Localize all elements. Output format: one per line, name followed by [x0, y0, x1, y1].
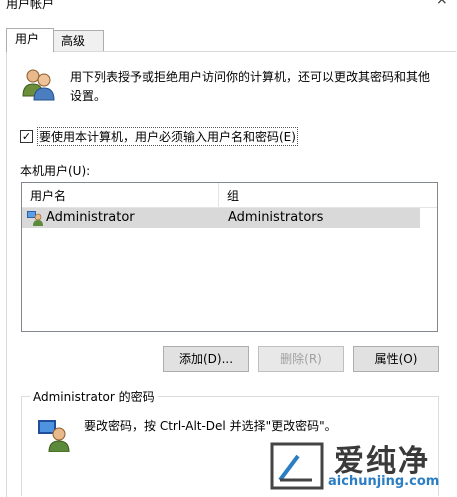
tab-advanced[interactable]: 高级 — [52, 30, 104, 51]
watermark-url: aichunjing.com — [328, 474, 440, 489]
window-title: 用户帐户 — [6, 0, 55, 11]
password-group-title: Administrator 的密码 — [30, 388, 158, 405]
cell-group: Administrators — [228, 210, 324, 225]
require-login-row: ✓ 要使用本计算机，用户必须输入用户名和密码(E) — [20, 126, 298, 146]
title-bar: 用户帐户 × — [0, 0, 457, 26]
column-header-group[interactable]: 组 — [219, 183, 239, 207]
properties-button[interactable]: 属性(O) — [353, 346, 439, 372]
local-users-label: 本机用户(U): — [20, 164, 91, 178]
list-header: 用户名 组 — [22, 183, 437, 208]
password-icon — [38, 420, 70, 452]
column-header-username[interactable]: 用户名 — [22, 183, 219, 207]
intro-text: 用下列表授予或拒绝用户访问你的计算机，还可以更改其密码和其他设置。 — [70, 70, 431, 103]
table-row[interactable]: Administrator Administrators — [22, 208, 420, 228]
user-icon — [27, 211, 43, 226]
watermark: 爱纯净 aichunjing.com — [268, 436, 457, 496]
watermark-logo-icon — [270, 442, 324, 490]
users-list[interactable]: 用户名 组 Administrator Administrators — [21, 182, 438, 332]
remove-button[interactable]: 删除(R) — [258, 346, 344, 372]
users-icon — [22, 69, 55, 101]
add-button[interactable]: 添加(D)... — [163, 346, 249, 372]
password-text: 要改密码，按 Ctrl-Alt-Del 并选择"更改密码"。 — [84, 419, 337, 433]
tab-strip: 用户 高级 — [0, 28, 457, 52]
cell-username: Administrator — [46, 210, 135, 225]
require-login-label[interactable]: 要使用本计算机，用户必须输入用户名和密码(E) — [37, 126, 298, 146]
require-login-checkbox[interactable]: ✓ — [20, 129, 33, 143]
close-icon[interactable]: × — [436, 0, 448, 8]
tab-users[interactable]: 用户 — [6, 28, 54, 52]
